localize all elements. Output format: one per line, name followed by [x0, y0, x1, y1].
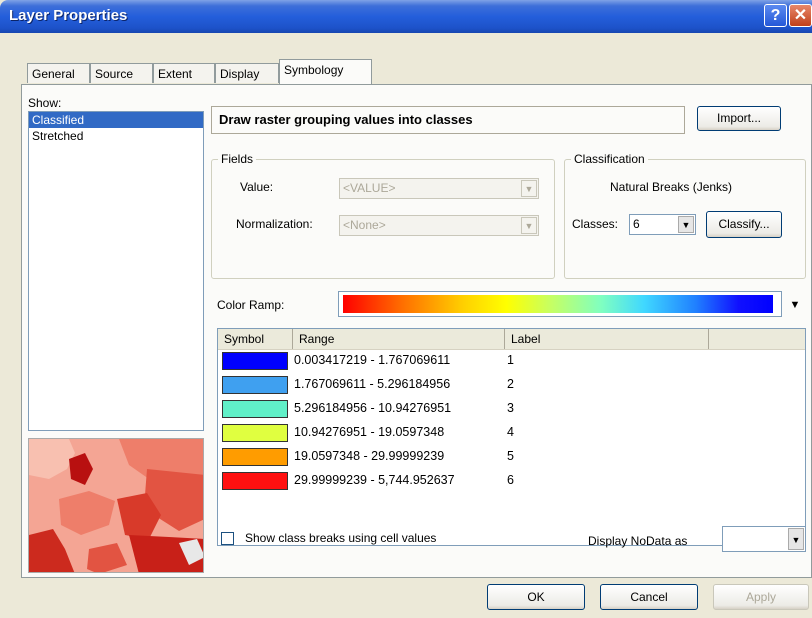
symbol-swatch[interactable] [222, 400, 288, 418]
chevron-down-icon: ▼ [678, 216, 694, 233]
raster-preview-image [28, 438, 204, 573]
class-table[interactable]: Symbol Range Label 0.003417219 - 1.76706… [217, 328, 806, 546]
label-cell[interactable]: 5 [507, 449, 514, 463]
color-ramp-label: Color Ramp: [217, 298, 285, 312]
help-button[interactable]: ? [764, 4, 787, 27]
class-breaks-label: Show class breaks using cell values [245, 531, 437, 545]
cancel-button[interactable]: Cancel [600, 584, 698, 610]
symbol-swatch[interactable] [222, 376, 288, 394]
symbol-swatch[interactable] [222, 424, 288, 442]
chevron-down-icon: ▼ [788, 528, 804, 550]
classes-select[interactable]: 6 ▼ [629, 214, 696, 235]
normalization-select-text: <None> [343, 218, 386, 232]
class-breaks-checkbox[interactable] [221, 532, 234, 545]
symbol-swatch[interactable] [222, 352, 288, 370]
window-title: Layer Properties [9, 7, 128, 24]
tab-display[interactable]: Display [215, 63, 279, 83]
nodata-color-select[interactable]: ▼ [722, 526, 806, 552]
ok-button[interactable]: OK [487, 584, 585, 610]
value-select-text: <VALUE> [343, 181, 396, 195]
show-list[interactable]: Classified Stretched [28, 111, 204, 431]
nodata-label: Display NoData as [588, 534, 688, 548]
label-cell[interactable]: 3 [507, 401, 514, 415]
table-header: Symbol Range Label [218, 329, 805, 350]
show-item-classified[interactable]: Classified [29, 112, 203, 128]
table-row[interactable]: 5.296184956 - 10.94276951 3 [218, 398, 805, 421]
table-row[interactable]: 19.0597348 - 29.99999239 5 [218, 446, 805, 469]
show-item-stretched[interactable]: Stretched [29, 128, 203, 144]
import-button[interactable]: Import... [697, 106, 781, 131]
range-cell[interactable]: 10.94276951 - 19.0597348 [294, 425, 444, 439]
header-label[interactable]: Label [505, 329, 709, 349]
range-cell[interactable]: 29.99999239 - 5,744.952637 [294, 473, 455, 487]
label-cell[interactable]: 1 [507, 353, 514, 367]
header-symbol[interactable]: Symbol [218, 329, 293, 349]
apply-button[interactable]: Apply [713, 584, 809, 610]
classes-label: Classes: [572, 217, 619, 231]
label-cell[interactable]: 2 [507, 377, 514, 391]
color-ramp-gradient [343, 295, 773, 313]
show-label: Show: [28, 96, 62, 110]
chevron-down-icon[interactable]: ▼ [784, 294, 806, 316]
range-cell[interactable]: 5.296184956 - 10.94276951 [294, 401, 451, 415]
renderer-description: Draw raster grouping values into classes [211, 106, 685, 134]
range-cell[interactable]: 1.767069611 - 5.296184956 [294, 377, 450, 391]
header-extra [709, 329, 805, 349]
symbol-swatch[interactable] [222, 448, 288, 466]
classes-select-text: 6 [633, 217, 640, 231]
tab-general[interactable]: General [27, 63, 90, 83]
close-button[interactable]: ✕ [789, 4, 812, 27]
range-cell[interactable]: 19.0597348 - 29.99999239 [294, 449, 444, 463]
table-row[interactable]: 0.003417219 - 1.767069611 1 [218, 350, 805, 373]
table-row[interactable]: 29.99999239 - 5,744.952637 6 [218, 470, 805, 493]
tab-source[interactable]: Source [90, 63, 153, 83]
fields-legend: Fields [218, 152, 257, 166]
table-row[interactable]: 10.94276951 - 19.0597348 4 [218, 422, 805, 445]
value-select: <VALUE> ▼ [339, 178, 539, 199]
normalization-label: Normalization: [236, 217, 313, 231]
classification-legend: Classification [571, 152, 648, 166]
tab-extent[interactable]: Extent [153, 63, 215, 83]
table-row[interactable]: 1.767069611 - 5.296184956 2 [218, 374, 805, 397]
header-range[interactable]: Range [293, 329, 505, 349]
range-cell[interactable]: 0.003417219 - 1.767069611 [294, 353, 450, 367]
value-label: Value: [240, 180, 274, 194]
normalization-select: <None> ▼ [339, 215, 539, 236]
classification-method: Natural Breaks (Jenks) [610, 180, 733, 194]
label-cell[interactable]: 6 [507, 473, 514, 487]
label-cell[interactable]: 4 [507, 425, 514, 439]
chevron-down-icon: ▼ [521, 180, 537, 197]
classify-button[interactable]: Classify... [706, 211, 782, 238]
chevron-down-icon: ▼ [521, 217, 537, 234]
title-bar[interactable]: Layer Properties ? ✕ [0, 0, 812, 33]
tab-symbology[interactable]: Symbology [279, 59, 372, 84]
layer-properties-dialog: Layer Properties ? ✕ General Source Exte… [0, 0, 812, 618]
color-ramp-select[interactable] [338, 291, 782, 317]
symbol-swatch[interactable] [222, 472, 288, 490]
